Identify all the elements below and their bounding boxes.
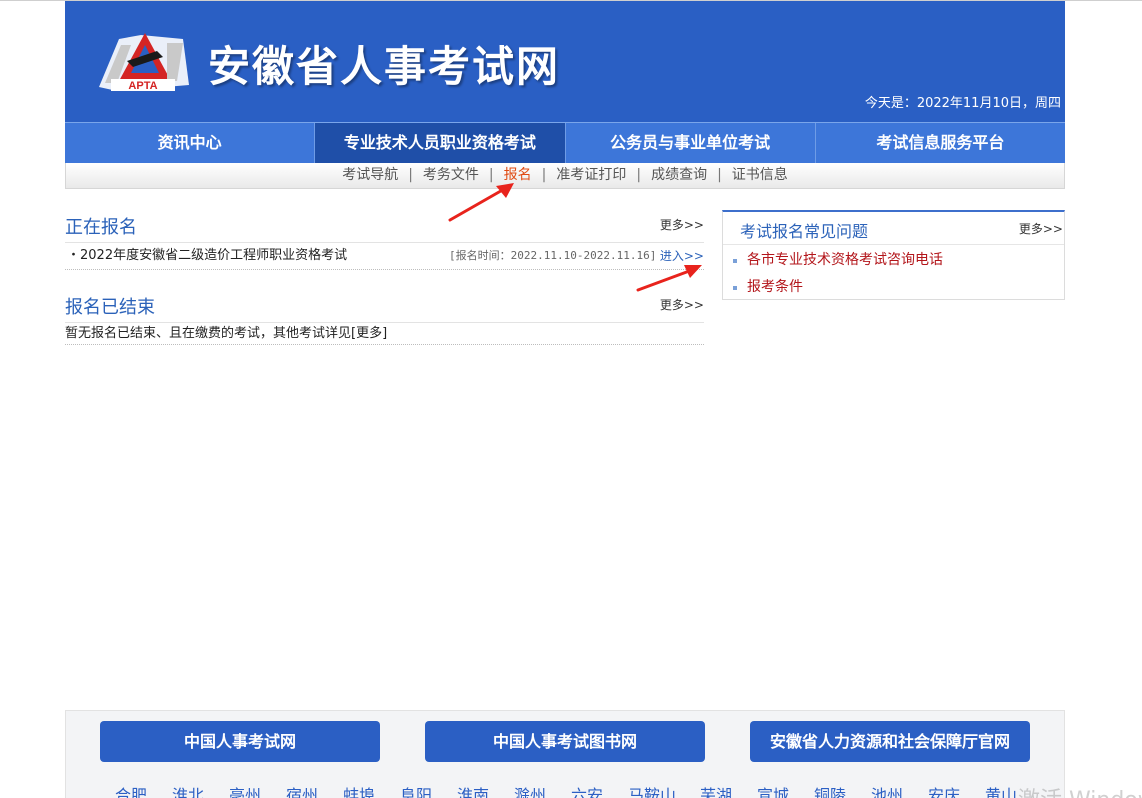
city-link[interactable]: 六安 — [571, 782, 603, 798]
footer: 中国人事考试网 中国人事考试图书网 安徽省人力资源和社会保障厅官网 合肥 淮北 … — [65, 710, 1065, 798]
registering-title: 正在报名 — [65, 217, 137, 238]
city-link[interactable]: 池州 — [871, 782, 903, 798]
ended-more-link[interactable]: 更多>> — [660, 296, 704, 313]
apta-logo-icon[interactable]: APTA — [97, 29, 193, 95]
logo-text: APTA — [128, 80, 157, 92]
sub-nav-separator: | — [717, 167, 722, 183]
faq-box: 考试报名常见问题 更多>> 各市专业技术资格考试咨询电话 报考条件 — [722, 210, 1065, 300]
city-link[interactable]: 淮南 — [457, 782, 489, 798]
nav-item-civil-service-exams[interactable]: 公务员与事业单位考试 — [566, 123, 816, 163]
city-link[interactable]: 滁州 — [514, 782, 546, 798]
sub-nav-separator: | — [541, 167, 547, 183]
faq-item-eligibility[interactable]: 报考条件 — [733, 275, 1064, 302]
sub-nav-score-query[interactable]: 成绩查询 — [647, 163, 711, 188]
nav-item-news[interactable]: 资讯中心 — [65, 123, 316, 163]
sub-nav-certificate-info[interactable]: 证书信息 — [728, 163, 792, 188]
city-link[interactable]: 蚌埠 — [343, 782, 375, 798]
red-arrow-icon — [636, 265, 702, 292]
link-button-cpta-books[interactable]: 中国人事考试图书网 — [425, 721, 705, 762]
city-link[interactable]: 安庆 — [928, 782, 960, 798]
faq-more-link[interactable]: 更多>> — [1019, 220, 1063, 237]
exam-name-link[interactable]: ・2022年度安徽省二级造价工程师职业资格考试 — [67, 243, 347, 269]
city-link[interactable]: 阜阳 — [400, 782, 432, 798]
site-title: 安徽省人事考试网 — [208, 42, 561, 91]
site-header: APTA 安徽省人事考试网 今天是：2022年11月10日，周四 — [65, 1, 1065, 122]
city-link[interactable]: 宿州 — [286, 782, 318, 798]
faq-header: 考试报名常见问题 更多>> — [723, 212, 1064, 245]
nav-item-professional-exams[interactable]: 专业技术人员职业资格考试 — [315, 123, 566, 163]
link-button-cpta[interactable]: 中国人事考试网 — [100, 721, 380, 762]
city-link[interactable]: 黄山 — [985, 782, 1017, 798]
nav-item-exam-service-platform[interactable]: 考试信息服务平台 — [816, 123, 1065, 163]
registering-section-header: 正在报名 更多>> — [65, 213, 704, 243]
sub-nav-exam-guide[interactable]: 考试导航 — [338, 163, 402, 188]
link-button-hrss-official[interactable]: 安徽省人力资源和社会保障厅官网 — [750, 721, 1030, 762]
ended-note: 暂无报名已结束、且在缴费的考试，其他考试详见[更多] — [65, 323, 704, 345]
city-link[interactable]: 芜湖 — [700, 782, 732, 798]
sub-nav: 考试导航 | 考务文件 | 报名 | 准考证打印 | 成绩查询 | 证书信息 — [65, 163, 1065, 189]
faq-item-consult-phone[interactable]: 各市专业技术资格考试咨询电话 — [733, 248, 1064, 275]
ended-section-header: 报名已结束 更多>> — [65, 293, 704, 323]
city-link[interactable]: 铜陵 — [814, 782, 846, 798]
sub-nav-separator: | — [408, 167, 413, 183]
main-nav: 资讯中心 专业技术人员职业资格考试 公务员与事业单位考试 考试信息服务平台 — [65, 122, 1065, 163]
city-link[interactable]: 淮北 — [172, 782, 204, 798]
sub-nav-admission-ticket[interactable]: 准考证打印 — [552, 163, 630, 188]
city-link[interactable]: 亳州 — [229, 782, 261, 798]
red-arrow-icon — [448, 183, 514, 222]
city-link[interactable]: 宣城 — [757, 782, 789, 798]
city-link[interactable]: 合肥 — [115, 782, 147, 798]
page-wrapper: APTA 安徽省人事考试网 今天是：2022年11月10日，周四 资讯中心 专业… — [65, 1, 1065, 345]
list-item: ・2022年度安徽省二级造价工程师职业资格考试 [报名时间：2022.11.10… — [65, 243, 704, 270]
sub-nav-separator: | — [636, 167, 642, 183]
faq-title: 考试报名常见问题 — [740, 222, 869, 241]
city-links: 合肥 淮北 亳州 宿州 蚌埠 阜阳 淮南 滁州 六安 马鞍山 芜湖 宣城 铜陵 … — [66, 782, 1066, 798]
windows-activation-watermark: 激活 Windows — [1018, 782, 1142, 798]
ended-title: 报名已结束 — [65, 297, 155, 318]
faq-list: 各市专业技术资格考试咨询电话 报考条件 — [723, 245, 1064, 302]
registration-column: 正在报名 更多>> ・2022年度安徽省二级造价工程师职业资格考试 [报名时间：… — [65, 213, 704, 345]
registering-more-link[interactable]: 更多>> — [660, 216, 704, 233]
registration-period: [报名时间：2022.11.10-2022.11.16] — [449, 249, 657, 262]
city-link[interactable]: 马鞍山 — [628, 782, 676, 798]
current-date: 今天是：2022年11月10日，周四 — [864, 96, 1061, 111]
